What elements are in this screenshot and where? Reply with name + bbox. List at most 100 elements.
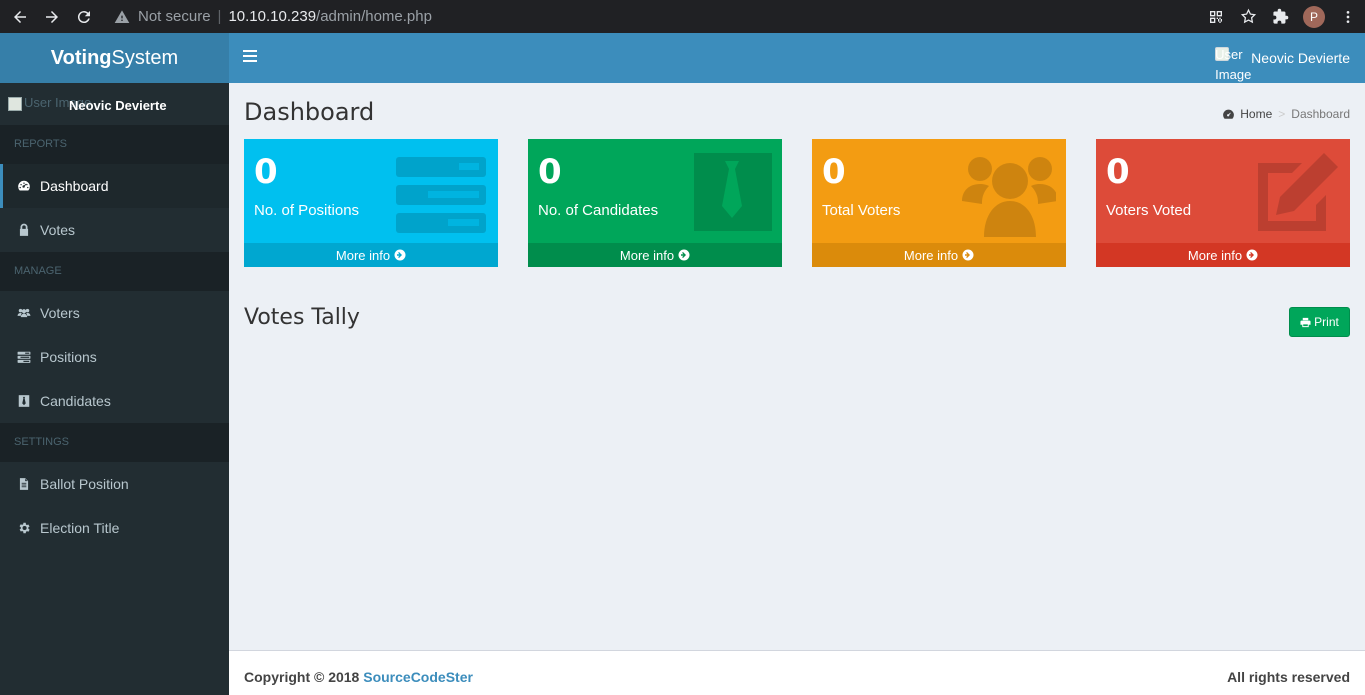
top-user-name: Neovic Devierte: [1251, 50, 1350, 66]
url-separator: |: [217, 8, 222, 25]
arrow-circle-right-icon: [1246, 249, 1258, 261]
print-label: Print: [1314, 315, 1339, 329]
sidebar-header-manage: MANAGE: [0, 252, 229, 291]
total-voters-label: Total Voters: [822, 202, 901, 219]
arrow-right-icon: [46, 10, 58, 23]
sidebar-item-label: Election Title: [40, 520, 120, 536]
arrow-circle-right-icon: [394, 249, 406, 261]
total-voters-count: 0: [822, 152, 846, 192]
positions-label: No. of Positions: [254, 202, 360, 219]
back-button[interactable]: [4, 0, 36, 33]
positions-count: 0: [254, 152, 278, 192]
candidates-label: No. of Candidates: [538, 202, 659, 219]
more-info-label: More info: [903, 247, 959, 263]
arrow-circle-right-icon: [962, 249, 974, 261]
star-icon[interactable]: [1239, 8, 1257, 26]
broken-image-icon: [8, 96, 22, 111]
tasks-icon: [396, 157, 486, 233]
total-voters-box: 0 Total Voters More info: [812, 139, 1066, 267]
sidebar-user-panel: User Image Neovic Devierte: [0, 83, 229, 125]
more-info-label: More info: [619, 247, 675, 263]
tasks-icon: [16, 349, 32, 365]
sidebar-item-ballot-position[interactable]: Ballot Position: [0, 462, 229, 506]
voters-voted-count: 0: [1106, 152, 1130, 192]
file-text-icon: [16, 476, 32, 492]
candidates-count: 0: [538, 152, 562, 192]
sidebar-header-settings: SETTINGS: [0, 423, 229, 462]
copyright: Copyright © 2018 SourceCodeSter: [244, 669, 473, 685]
breadcrumb-home[interactable]: Home: [1222, 107, 1272, 121]
sidebar-item-label: Votes: [40, 222, 76, 238]
breadcrumb-current: Dashboard: [1291, 107, 1350, 121]
sidebar-item-candidates[interactable]: Candidates: [0, 379, 229, 423]
forward-button[interactable]: [36, 0, 68, 33]
voters-voted-box: 0 Voters Voted More info: [1096, 139, 1350, 267]
browser-toolbar: Not secure | 10.10.10.239 /admin/home.ph…: [0, 0, 1365, 33]
sidebar-item-label: Voters: [40, 305, 80, 321]
url-host: 10.10.10.239: [228, 8, 317, 25]
top-navbar: User Image Neovic Devierte: [229, 33, 1365, 83]
copyright-text: Copyright © 2018: [244, 669, 364, 685]
sidebar-item-election-title[interactable]: Election Title: [0, 506, 229, 550]
users-icon: [16, 305, 32, 321]
sidebar-item-positions[interactable]: Positions: [0, 335, 229, 379]
sidebar-item-voters[interactable]: Voters: [0, 291, 229, 335]
print-button[interactable]: Print: [1289, 307, 1350, 337]
sidebar-user-name: Neovic Devierte: [69, 98, 167, 113]
stat-boxes: 0 No. of Positions More info 0 No. of Ca…: [244, 139, 1350, 267]
not-secure-label: Not secure: [138, 8, 211, 25]
breadcrumb: Home > Dashboard: [1222, 107, 1350, 121]
arrow-circle-right-icon: [678, 249, 690, 261]
candidates-more-info-link[interactable]: More info: [528, 243, 782, 267]
sidebar-header-reports: REPORTS: [0, 125, 229, 164]
sidebar-item-label: Ballot Position: [40, 476, 129, 492]
black-tie-icon: [694, 153, 772, 231]
positions-box: 0 No. of Positions More info: [244, 139, 498, 267]
breadcrumb-separator: >: [1278, 107, 1286, 121]
logo-rest: System: [111, 46, 179, 69]
page-title: Dashboard: [244, 98, 375, 126]
logo-bold: Voting: [50, 46, 112, 69]
sidebar-item-label: Dashboard: [40, 178, 109, 194]
voters-voted-label: Voters Voted: [1106, 202, 1192, 219]
extensions-icon[interactable]: [1271, 8, 1289, 26]
dashboard-icon: [1223, 109, 1235, 119]
candidates-box: 0 No. of Candidates More info: [528, 139, 782, 267]
more-info-label: More info: [335, 247, 391, 263]
qr-code-icon[interactable]: [1207, 8, 1225, 26]
votes-tally-title: Votes Tally: [244, 305, 360, 330]
dashboard-icon: [16, 178, 32, 194]
positions-more-info-link[interactable]: More info: [244, 243, 498, 267]
sidebar-item-label: Candidates: [40, 393, 111, 409]
print-icon: [1300, 317, 1311, 327]
users-icon: [962, 157, 1056, 237]
sidebar-item-dashboard[interactable]: Dashboard: [0, 164, 229, 208]
total-voters-more-info-link[interactable]: More info: [812, 243, 1066, 267]
lock-icon: [16, 222, 32, 238]
footer-link[interactable]: SourceCodeSter: [363, 669, 473, 685]
voters-voted-more-info-link[interactable]: More info: [1096, 243, 1350, 267]
breadcrumb-home-label: Home: [1240, 107, 1273, 121]
user-image-alt: User Image: [1215, 47, 1252, 82]
cog-icon: [16, 520, 32, 536]
reload-button[interactable]: [68, 0, 100, 33]
sidebar-item-votes[interactable]: Votes: [0, 208, 229, 252]
sidebar-toggle-icon[interactable]: [243, 50, 257, 64]
user-menu[interactable]: User Image Neovic Devierte: [1215, 33, 1350, 83]
address-bar[interactable]: Not secure | 10.10.10.239 /admin/home.ph…: [114, 0, 432, 33]
sidebar-item-label: Positions: [40, 349, 97, 365]
rights-reserved: All rights reserved: [1227, 669, 1350, 685]
more-info-label: More info: [1187, 247, 1243, 263]
main-footer: Copyright © 2018 SourceCodeSter All righ…: [229, 650, 1365, 695]
menu-dots-icon[interactable]: [1339, 8, 1357, 26]
sidebar: User Image Neovic Devierte REPORTS Dashb…: [0, 83, 229, 695]
url-path: /admin/home.php: [316, 8, 432, 25]
app-logo[interactable]: Voting System: [0, 33, 229, 83]
edit-icon: [1258, 153, 1338, 231]
warning-icon: [114, 9, 130, 23]
black-tie-icon: [16, 393, 32, 409]
reload-icon: [77, 10, 90, 23]
profile-avatar[interactable]: P: [1303, 5, 1325, 28]
arrow-left-icon: [14, 10, 26, 23]
content-wrapper: Dashboard Home > Dashboard 0 No. of Posi…: [229, 83, 1365, 650]
